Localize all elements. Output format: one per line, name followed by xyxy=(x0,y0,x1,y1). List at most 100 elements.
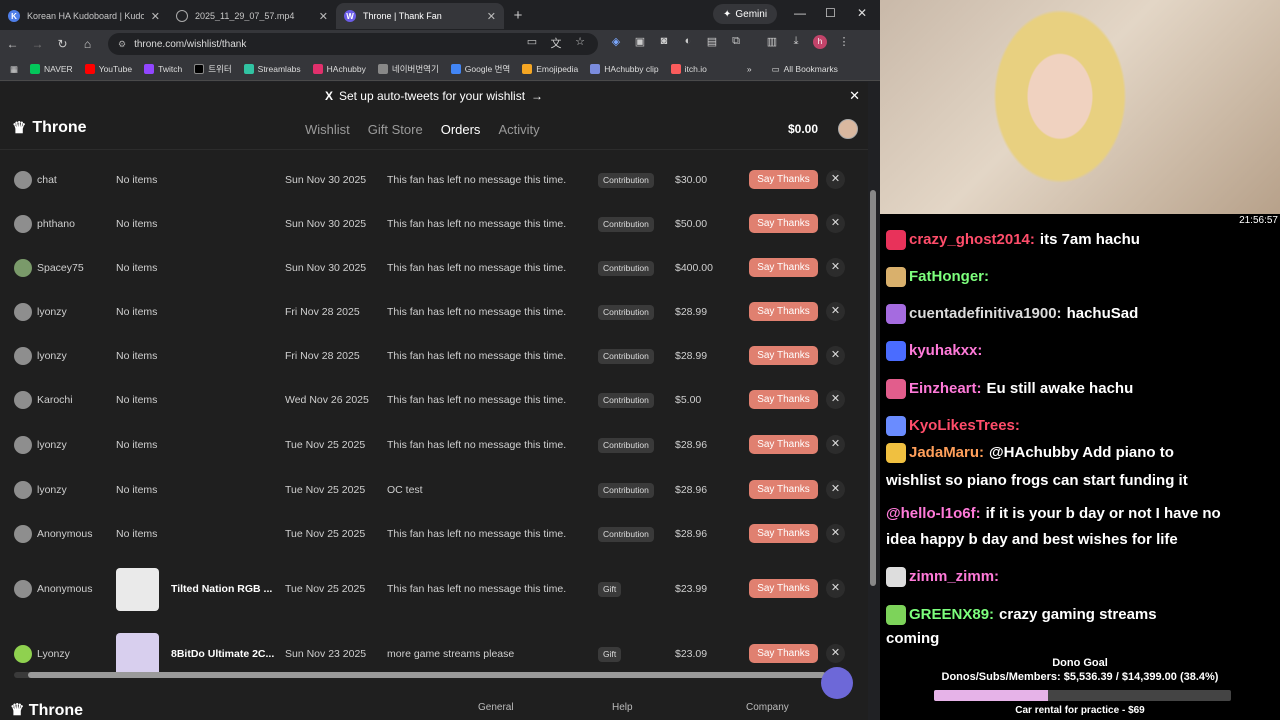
more-bookmarks-icon[interactable]: » xyxy=(747,64,752,74)
close-icon[interactable]: ✕ xyxy=(849,88,860,104)
close-icon[interactable]: ✕ xyxy=(487,10,496,23)
say-thanks-button[interactable]: Say Thanks xyxy=(749,524,818,543)
chat-username[interactable]: zimm_zimm: xyxy=(909,568,999,585)
username[interactable]: lyonzy xyxy=(37,350,67,362)
horizontal-scrollbar[interactable] xyxy=(14,672,826,678)
menu-icon[interactable]: ⋮ xyxy=(837,35,851,49)
maximize-icon[interactable]: ☐ xyxy=(825,6,836,20)
extension-icon[interactable]: ◐ xyxy=(681,35,695,49)
all-bookmarks[interactable]: ▭ All Bookmarks xyxy=(772,64,838,75)
side-panel-icon[interactable]: ▥ xyxy=(765,35,779,49)
say-thanks-button[interactable]: Say Thanks xyxy=(749,644,818,663)
bookmark-hachubby-clip[interactable]: HAchubby clip xyxy=(590,64,659,74)
username[interactable]: phthano xyxy=(37,218,75,230)
throne-logo[interactable]: ♛ Throne xyxy=(12,118,87,138)
gemini-button[interactable]: ✦ Gemini xyxy=(713,4,778,24)
minimize-icon[interactable]: — xyxy=(794,6,806,20)
bookmark-youtube[interactable]: YouTube xyxy=(84,64,132,74)
home-icon[interactable]: ⌂ xyxy=(75,37,100,51)
bookmark-streamlabs[interactable]: Streamlabs xyxy=(243,64,301,74)
star-icon[interactable]: ☆ xyxy=(573,35,587,49)
say-thanks-button[interactable]: Say Thanks xyxy=(749,390,818,409)
say-thanks-button[interactable]: Say Thanks xyxy=(749,480,818,499)
chat-username[interactable]: JadaMaru: xyxy=(909,444,984,461)
apps-icon[interactable]: ▦ xyxy=(10,64,18,75)
bookmark-emojipedia[interactable]: Emojipedia xyxy=(522,64,578,74)
username[interactable]: lyonzy xyxy=(37,306,67,318)
dismiss-icon[interactable]: ✕ xyxy=(826,214,845,233)
say-thanks-button[interactable]: Say Thanks xyxy=(749,435,818,454)
chat-username[interactable]: Einzheart: xyxy=(909,380,982,397)
chat-username[interactable]: kyuhakxx: xyxy=(909,342,982,359)
bookmark-hachubby[interactable]: HAchubby xyxy=(312,64,366,74)
chat-username[interactable]: crazy_ghost2014: xyxy=(909,231,1035,248)
extension-icon[interactable]: ▣ xyxy=(633,35,647,49)
avatar[interactable] xyxy=(838,119,858,139)
tab-video[interactable]: 2025_11_29_07_57.mp4 ✕ xyxy=(168,3,336,29)
username[interactable]: Anonymous xyxy=(37,528,92,540)
username[interactable]: Lyonzy xyxy=(37,648,70,660)
forward-icon[interactable]: → xyxy=(25,37,50,51)
username[interactable]: lyonzy xyxy=(37,484,67,496)
bookmark-naver[interactable]: NAVER xyxy=(30,64,73,74)
bookmark-itch[interactable]: itch.io xyxy=(670,64,707,74)
item-name[interactable]: Tilted Nation RGB ... xyxy=(171,583,272,595)
tab-throne[interactable]: W Throne | Thank Fan ✕ xyxy=(336,3,504,29)
profile-icon[interactable]: h xyxy=(813,35,827,49)
username[interactable]: Karochi xyxy=(37,394,73,406)
install-icon[interactable]: ▭ xyxy=(525,35,539,49)
say-thanks-button[interactable]: Say Thanks xyxy=(749,302,818,321)
say-thanks-button[interactable]: Say Thanks xyxy=(749,170,818,189)
site-info-icon[interactable]: ⚙ xyxy=(118,39,126,50)
tab-kudoboard[interactable]: K Korean HA Kudoboard | Kudob ✕ xyxy=(0,3,168,29)
say-thanks-button[interactable]: Say Thanks xyxy=(749,579,818,598)
download-icon[interactable]: ⤓ xyxy=(789,35,803,49)
dismiss-icon[interactable]: ✕ xyxy=(826,258,845,277)
chat-username[interactable]: GREENX89: xyxy=(909,606,994,623)
close-window-icon[interactable]: ✕ xyxy=(857,6,867,20)
chat-username[interactable]: cuentadefinitiva1900: xyxy=(909,305,1062,322)
reload-icon[interactable]: ↻ xyxy=(50,37,75,51)
username[interactable]: Spacey75 xyxy=(37,262,84,274)
bookmark-x[interactable]: 트위터 xyxy=(194,63,232,75)
dismiss-icon[interactable]: ✕ xyxy=(826,579,845,598)
bookmark-google-translate[interactable]: Google 번역 xyxy=(450,63,510,75)
say-thanks-button[interactable]: Say Thanks xyxy=(749,258,818,277)
close-icon[interactable]: ✕ xyxy=(319,10,328,23)
dismiss-icon[interactable]: ✕ xyxy=(826,524,845,543)
extension-icon[interactable]: ▤ xyxy=(705,35,719,49)
say-thanks-button[interactable]: Say Thanks xyxy=(749,346,818,365)
username[interactable]: lyonzy xyxy=(37,439,67,451)
bookmark-twitch[interactable]: Twitch xyxy=(144,64,182,74)
extension-icon[interactable]: ◙ xyxy=(657,35,671,49)
extension-icon[interactable]: ◈ xyxy=(609,35,623,49)
chat-username[interactable]: KyoLikesTrees: xyxy=(909,417,1020,434)
nav-wishlist[interactable]: Wishlist xyxy=(305,122,350,137)
translate-icon[interactable]: 文 xyxy=(549,35,563,50)
item-thumbnail[interactable] xyxy=(116,633,159,676)
puzzle-icon[interactable]: ⧉ xyxy=(729,35,743,49)
dismiss-icon[interactable]: ✕ xyxy=(826,435,845,454)
auto-tweet-banner[interactable]: X Set up auto-tweets for your wishlist →… xyxy=(0,82,868,110)
dismiss-icon[interactable]: ✕ xyxy=(826,390,845,409)
dismiss-icon[interactable]: ✕ xyxy=(826,644,845,663)
new-tab-button[interactable]: + xyxy=(504,7,532,24)
vertical-scrollbar[interactable] xyxy=(870,190,876,586)
dismiss-icon[interactable]: ✕ xyxy=(826,480,845,499)
username[interactable]: chat xyxy=(37,174,57,186)
item-thumbnail[interactable] xyxy=(116,568,159,611)
say-thanks-button[interactable]: Say Thanks xyxy=(749,214,818,233)
nav-activity[interactable]: Activity xyxy=(498,122,539,137)
dismiss-icon[interactable]: ✕ xyxy=(826,346,845,365)
username[interactable]: Anonymous xyxy=(37,583,92,595)
back-icon[interactable]: ← xyxy=(0,37,25,51)
dismiss-icon[interactable]: ✕ xyxy=(826,170,845,189)
chat-username[interactable]: @hello-l1o6f: xyxy=(886,505,981,522)
balance[interactable]: $0.00 xyxy=(788,122,818,136)
support-chat-button[interactable] xyxy=(821,667,853,699)
nav-gift-store[interactable]: Gift Store xyxy=(368,122,423,137)
close-icon[interactable]: ✕ xyxy=(151,10,160,23)
chat-username[interactable]: FatHonger: xyxy=(909,268,989,285)
item-name[interactable]: 8BitDo Ultimate 2C... xyxy=(171,648,274,660)
dismiss-icon[interactable]: ✕ xyxy=(826,302,845,321)
